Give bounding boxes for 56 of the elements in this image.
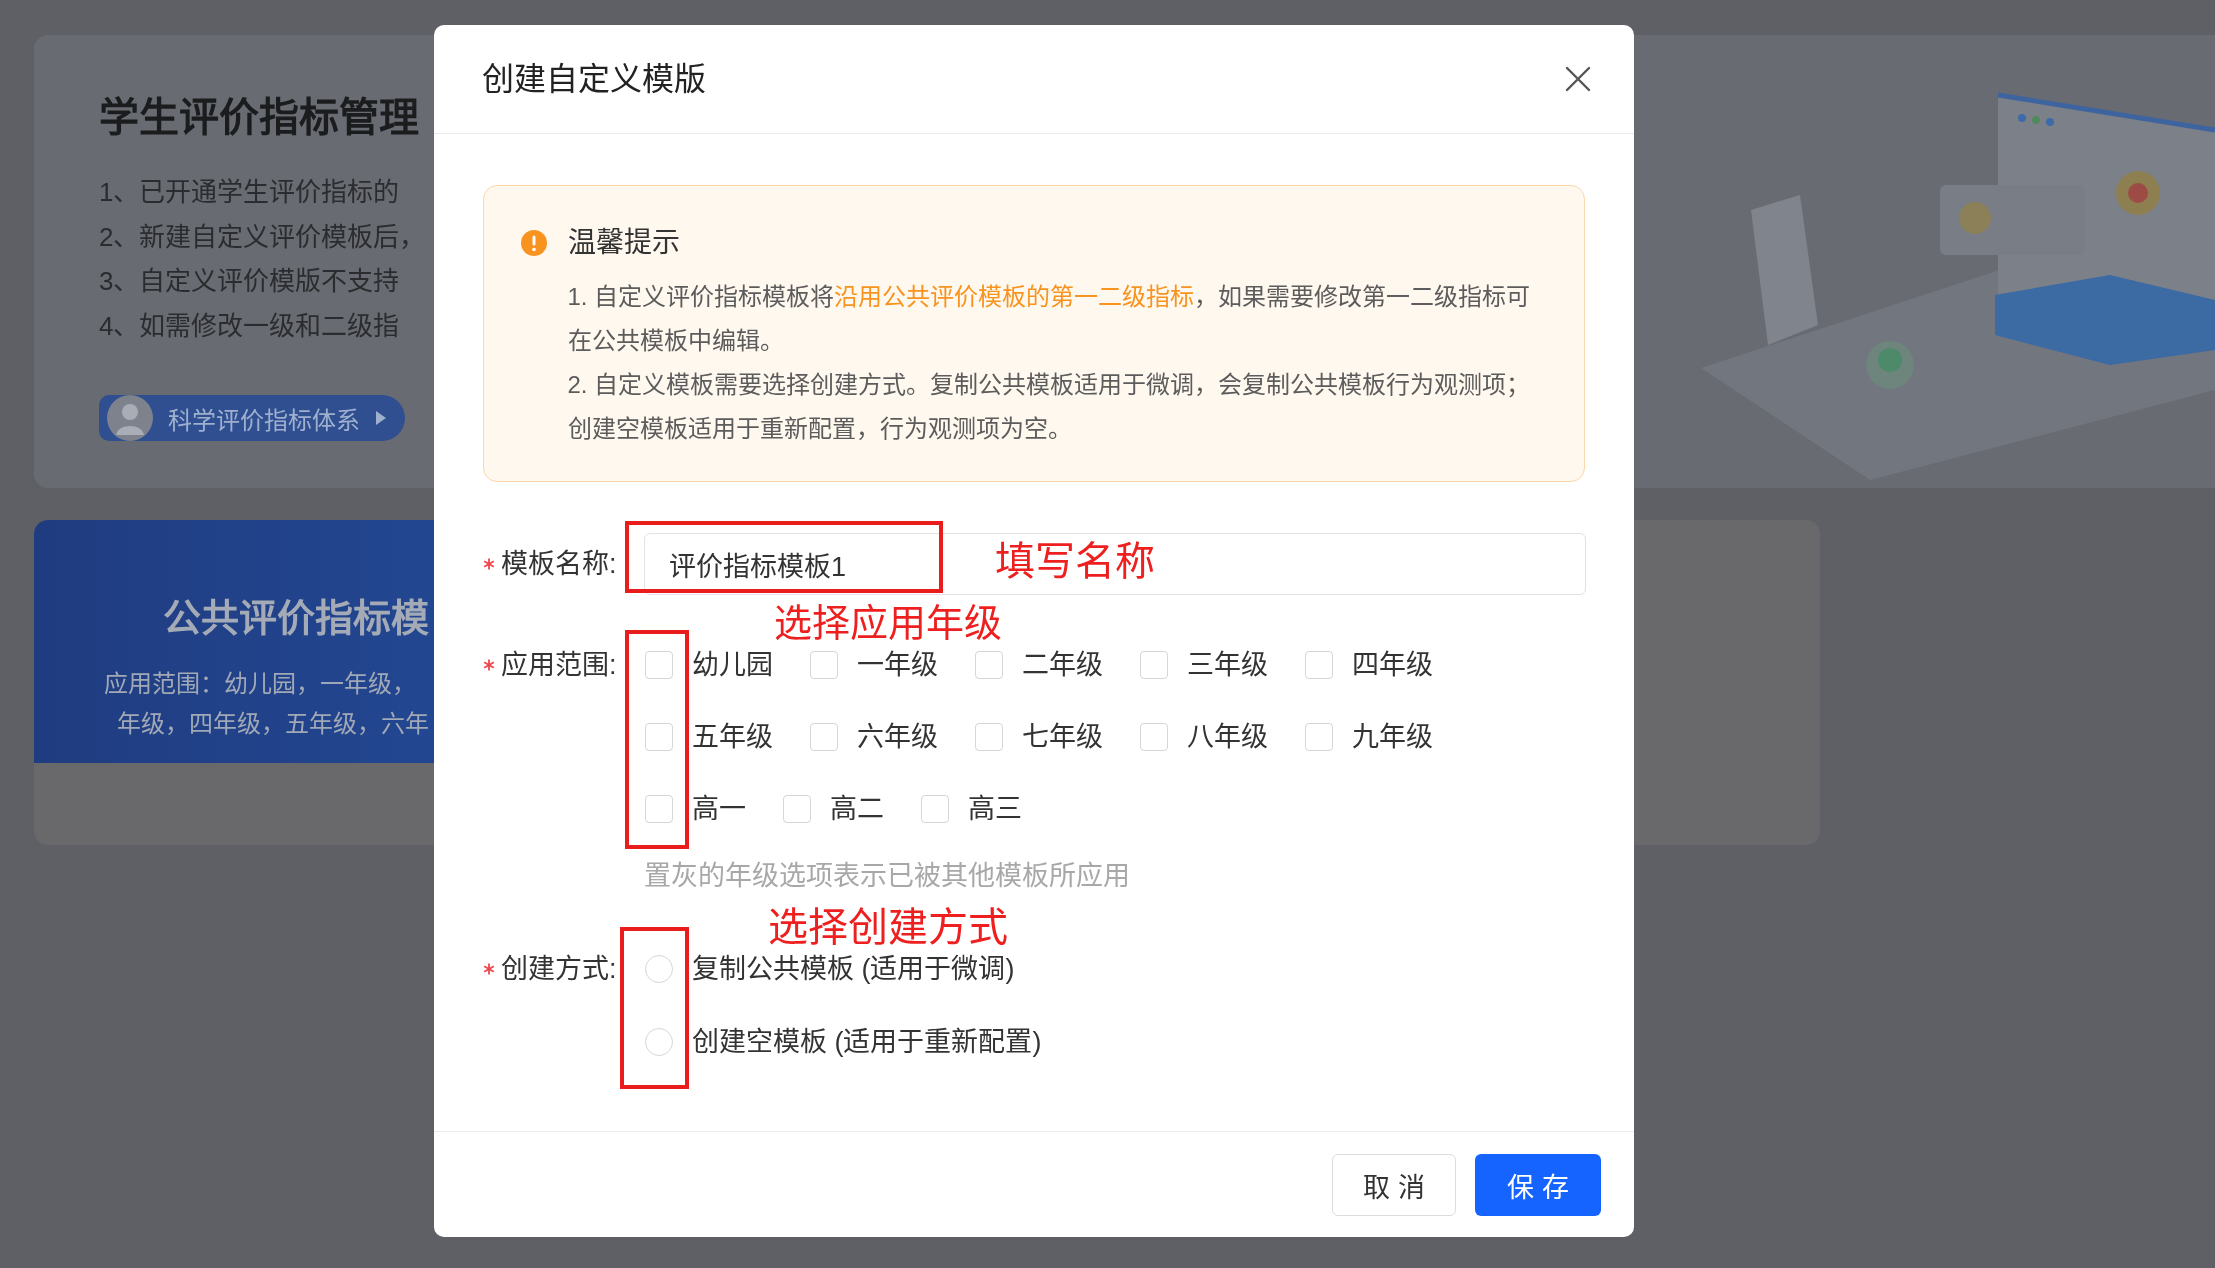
checkbox-label[interactable]: 高二	[830, 793, 884, 825]
checkbox-label[interactable]: 幼儿园	[692, 649, 773, 681]
notice-text: 1. 自定义评价指标模板将沿用公共评价模板的第一二级指标，如果需要修改第一二级指标可在公共模板中编辑。	[567, 281, 1532, 356]
checkbox[interactable]	[645, 723, 673, 751]
template-title: 公共评价指标模	[163, 596, 429, 641]
evaluation-system-link[interactable]: 科学评价指标体系	[99, 395, 405, 441]
caret-icon	[376, 411, 386, 425]
annotation-text: 填写名称	[995, 538, 1155, 585]
checkbox-label[interactable]: 一年级	[857, 649, 938, 681]
checkbox[interactable]	[645, 651, 673, 679]
dialog-title: 创建自定义模版	[482, 60, 706, 99]
notice-title: 温馨提示	[567, 225, 680, 260]
checkbox[interactable]	[975, 723, 1003, 751]
checkbox-label[interactable]: 高一	[692, 793, 746, 825]
radio-button[interactable]	[645, 955, 673, 983]
radio-label[interactable]: 创建空模板 (适用于重新配置)	[692, 1026, 1042, 1058]
warning-icon	[520, 229, 547, 256]
checkbox[interactable]	[783, 795, 811, 823]
checkbox-label[interactable]: 五年级	[692, 721, 773, 753]
annotation-text: 选择应用年级	[774, 603, 1002, 643]
checkbox-label[interactable]: 三年级	[1187, 649, 1268, 681]
hint-text: 置灰的年级选项表示已被其他模板所应用	[644, 860, 1130, 893]
note-text: 4、如需修改一级和二级指	[99, 309, 400, 343]
checkbox-label[interactable]: 九年级	[1352, 721, 1433, 753]
checkbox[interactable]	[921, 795, 949, 823]
checkbox-label[interactable]: 六年级	[857, 721, 938, 753]
checkbox[interactable]	[645, 795, 673, 823]
checkbox-label[interactable]: 八年级	[1187, 721, 1268, 753]
checkbox[interactable]	[1140, 651, 1168, 679]
close-icon[interactable]	[1565, 66, 1591, 92]
checkbox[interactable]	[1140, 723, 1168, 751]
person-photo-placeholder	[107, 395, 153, 441]
checkbox-label[interactable]: 二年级	[1022, 649, 1103, 681]
note-text: 3、自定义评价模版不支持	[99, 265, 400, 298]
checkbox[interactable]	[810, 723, 838, 751]
field-label: 模板名称:	[501, 548, 617, 581]
scope-text: 应用范围：幼儿园，一年级，	[104, 669, 416, 699]
field-label: 创建方式:	[501, 953, 617, 986]
cancel-button[interactable]: 取 消	[1332, 1154, 1456, 1216]
checkbox[interactable]	[1305, 723, 1333, 751]
notice-text: 2. 自定义模板需要选择创建方式。复制公共模板适用于微调，会复制公共模板行为观测项；创建空模板适用于重新配置，行为观测项为空。	[567, 369, 1532, 444]
note-text: 1、已开通学生评价指标的	[99, 176, 400, 209]
checkbox-label[interactable]: 高三	[968, 793, 1022, 825]
checkbox[interactable]	[975, 651, 1003, 679]
checkbox-label[interactable]: 七年级	[1022, 721, 1103, 753]
note-text: 2、新建自定义评价模板后，	[99, 220, 426, 254]
checkbox-label[interactable]: 四年级	[1352, 649, 1433, 681]
save-button[interactable]: 保 存	[1475, 1154, 1601, 1216]
field-label: 应用范围:	[501, 649, 617, 682]
checkbox[interactable]	[1305, 651, 1333, 679]
checkbox[interactable]	[810, 651, 838, 679]
radio-button[interactable]	[645, 1028, 673, 1056]
radio-label[interactable]: 复制公共模板 (适用于微调)	[692, 953, 1015, 985]
annotation-text: 选择创建方式	[768, 906, 1008, 948]
page-title: 学生评价指标管理	[99, 94, 419, 141]
scope-text: 年级，四年级，五年级，六年	[117, 709, 429, 739]
